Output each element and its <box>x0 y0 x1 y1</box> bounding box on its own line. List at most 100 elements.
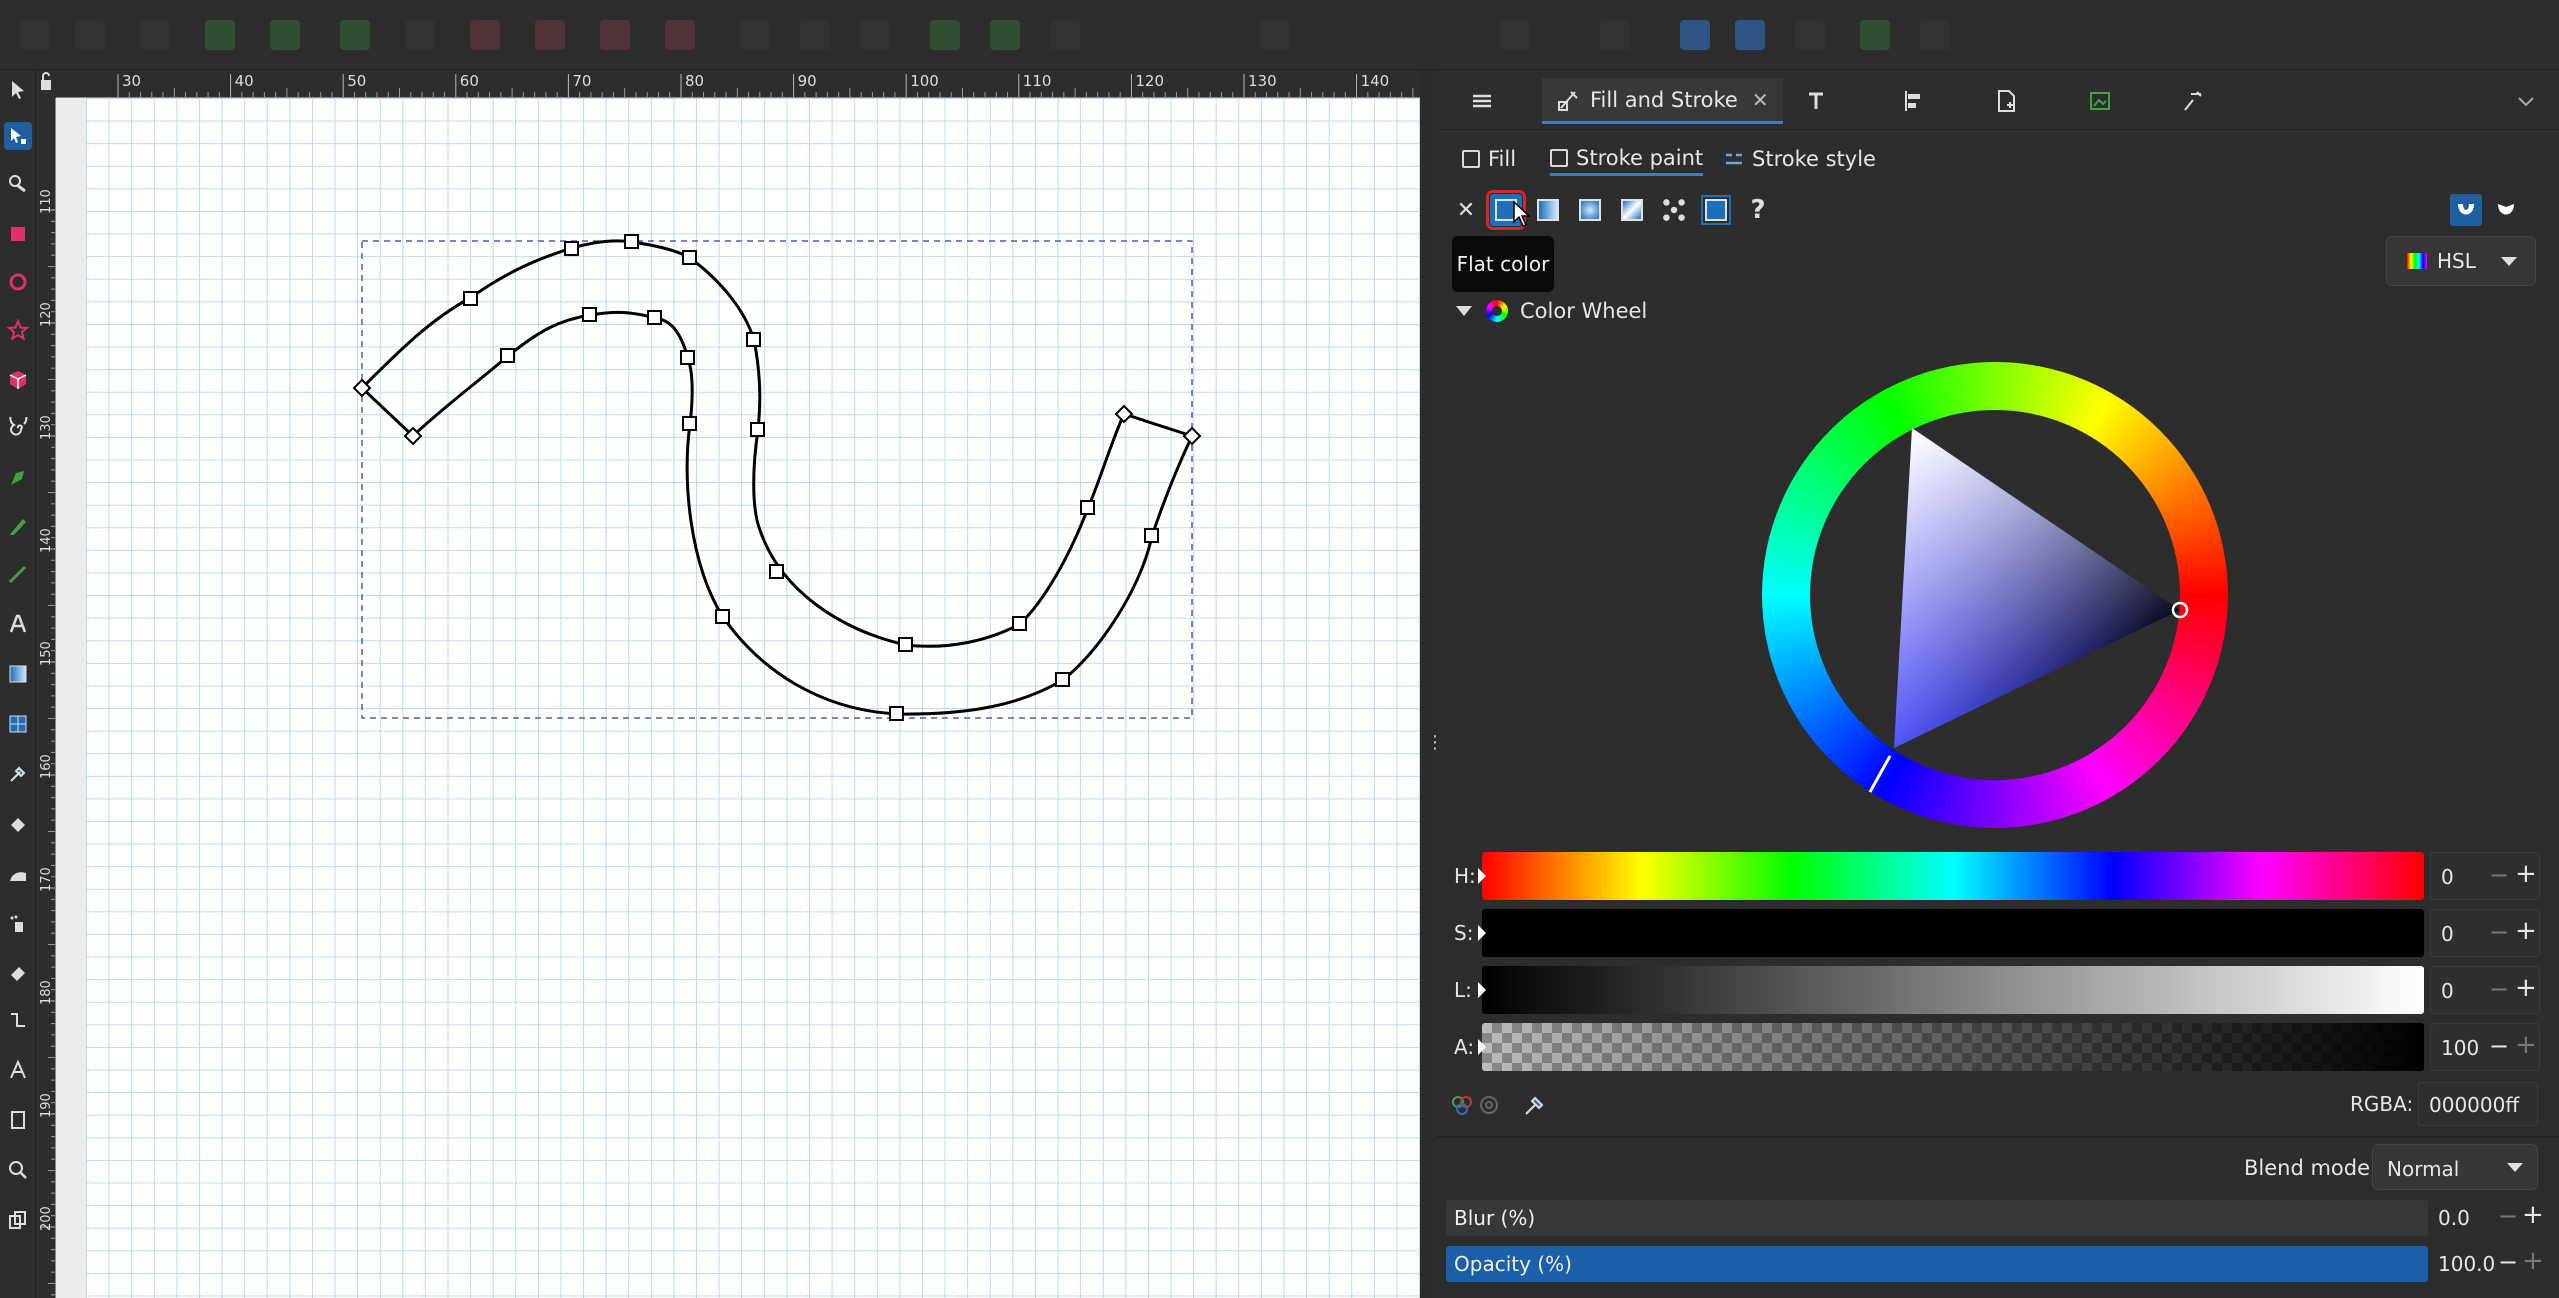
export-tab-icon[interactable] <box>2080 78 2120 124</box>
show-clip-icon[interactable] <box>1795 20 1825 50</box>
saturation-spinbox[interactable]: 0 − + <box>2430 909 2540 957</box>
fill-rule-nonzero-icon[interactable] <box>2490 194 2522 226</box>
paint-bucket-tool-icon[interactable] <box>4 810 32 838</box>
hue-spinbox[interactable]: 0 − + <box>2430 852 2540 900</box>
increment-icon[interactable]: + <box>2515 916 2537 946</box>
decrement-icon[interactable]: − <box>2489 1032 2509 1060</box>
color-triangle[interactable] <box>1762 362 2228 828</box>
stroke-to-path-icon[interactable] <box>1260 20 1290 50</box>
increment-icon[interactable]: + <box>2515 859 2537 889</box>
node-tool-icon[interactable] <box>4 122 32 150</box>
alpha-slider[interactable] <box>1478 1023 2424 1071</box>
lower-icon[interactable] <box>405 20 435 50</box>
fill-rule-evenodd-icon[interactable] <box>2450 194 2482 226</box>
node-join-icon[interactable] <box>600 20 630 50</box>
rgba-input[interactable]: 000000ff <box>2418 1082 2538 1126</box>
segment-icon[interactable] <box>740 20 770 50</box>
path-nodes[interactable] <box>352 234 1202 721</box>
color-managed-icon[interactable] <box>1450 1094 1474 1116</box>
lightness-slider[interactable] <box>1478 966 2424 1014</box>
swatch-icon[interactable] <box>1700 194 1732 226</box>
connector-tool-icon[interactable] <box>4 1006 32 1034</box>
eraser-tool-icon[interactable] <box>4 958 32 986</box>
tab-fill-and-stroke[interactable]: Fill and Stroke ✕ <box>1542 78 1783 124</box>
decrement-icon[interactable]: − <box>2489 975 2509 1003</box>
hue-slider[interactable] <box>1478 852 2424 900</box>
opacity-value[interactable]: 100.0 <box>2438 1252 2495 1276</box>
decrement-icon[interactable]: − <box>2498 1248 2518 1276</box>
mesh-gradient-icon[interactable] <box>1616 194 1648 226</box>
node-del-icon[interactable] <box>470 20 500 50</box>
saturation-slider[interactable] <box>1478 909 2424 957</box>
zoom-tool-icon[interactable] <box>4 1156 32 1184</box>
selector-tool-icon[interactable] <box>4 76 32 104</box>
show-outline-icon[interactable] <box>1735 20 1765 50</box>
lightness-spinbox[interactable]: 0 − + <box>2430 966 2540 1014</box>
subtab-stroke-style[interactable]: Stroke style <box>1724 142 1876 176</box>
node-break-icon[interactable] <box>665 20 695 50</box>
gradient-tool-icon[interactable] <box>4 660 32 688</box>
subtab-stroke-paint[interactable]: Stroke paint <box>1550 142 1704 176</box>
increment-icon[interactable]: + <box>2522 1200 2544 1230</box>
pages-tool-icon[interactable] <box>4 1106 32 1134</box>
show-mask-icon[interactable] <box>1860 20 1890 50</box>
open-icon[interactable] <box>75 20 105 50</box>
smooth-icon[interactable] <box>990 20 1020 50</box>
decrement-icon[interactable]: − <box>2489 918 2509 946</box>
layers-tab-icon[interactable] <box>1462 78 1502 124</box>
tweak-tool-icon[interactable] <box>4 170 32 198</box>
pen-tool-icon[interactable] <box>4 464 32 492</box>
radial-gradient-icon[interactable] <box>1574 194 1606 226</box>
unset-paint-icon[interactable]: ? <box>1742 194 1774 226</box>
ellipse-tool-icon[interactable] <box>4 268 32 296</box>
dock-splitter[interactable]: ⋮ <box>1420 70 1444 1298</box>
cusp-icon[interactable] <box>930 20 960 50</box>
mesh-tool-icon[interactable] <box>4 710 32 738</box>
pattern-icon[interactable] <box>1658 194 1690 226</box>
blend-mode-dropdown[interactable]: Normal <box>2372 1144 2538 1190</box>
distribute-icon[interactable] <box>270 20 300 50</box>
coordinate-x-icon[interactable] <box>1500 20 1530 50</box>
decrement-icon[interactable]: − <box>2489 861 2509 889</box>
measure-tool-icon[interactable] <box>4 1056 32 1084</box>
clone-tool-icon[interactable] <box>4 1206 32 1234</box>
star-tool-icon[interactable] <box>4 316 32 344</box>
show-transform-icon[interactable] <box>1920 20 1950 50</box>
text-tab-icon[interactable] <box>1796 78 1836 124</box>
tweak-objects-icon[interactable] <box>4 860 32 888</box>
save-icon[interactable] <box>140 20 170 50</box>
subtab-fill[interactable]: Fill <box>1462 142 1516 176</box>
close-tab-icon[interactable]: ✕ <box>1752 88 1769 112</box>
align-tab-icon[interactable] <box>1892 78 1932 124</box>
canvas[interactable] <box>86 98 1420 1298</box>
curve-icon[interactable] <box>860 20 890 50</box>
align-icon[interactable] <box>205 20 235 50</box>
dock-menu-chevron-icon[interactable] <box>2506 78 2546 124</box>
opacity-slider[interactable] <box>1446 1246 2428 1282</box>
spiral-tool-icon[interactable] <box>4 414 32 442</box>
dropper-tool-icon[interactable] <box>4 760 32 788</box>
rectangle-tool-icon[interactable] <box>4 220 32 248</box>
linear-gradient-icon[interactable] <box>1532 194 1564 226</box>
symmetric-icon[interactable] <box>1050 20 1080 50</box>
line-icon[interactable] <box>800 20 830 50</box>
increment-icon[interactable]: + <box>2522 1246 2544 1276</box>
document-tab-icon[interactable] <box>1986 78 2026 124</box>
color-wheel-expander[interactable]: Color Wheel <box>1456 296 1647 326</box>
node-add-icon[interactable] <box>535 20 565 50</box>
increment-icon[interactable]: + <box>2515 1030 2537 1060</box>
alpha-spinbox[interactable]: 100− + <box>2430 1023 2540 1071</box>
hue-marker[interactable] <box>1868 755 1892 793</box>
calligraphy-tool-icon[interactable] <box>4 560 32 588</box>
color-mode-dropdown[interactable]: HSL <box>2386 236 2536 286</box>
spray-tool-icon[interactable] <box>4 910 32 938</box>
eyedropper-icon[interactable] <box>1522 1092 1548 1118</box>
out-of-gamut-icon[interactable] <box>1478 1094 1500 1116</box>
xml-editor-tab-icon[interactable] <box>2174 78 2214 124</box>
3d-box-tool-icon[interactable] <box>4 366 32 394</box>
coordinate-y-icon[interactable] <box>1600 20 1630 50</box>
pencil-tool-icon[interactable] <box>4 512 32 540</box>
text-tool-icon[interactable] <box>4 610 32 638</box>
raise-icon[interactable] <box>340 20 370 50</box>
increment-icon[interactable]: + <box>2515 973 2537 1003</box>
